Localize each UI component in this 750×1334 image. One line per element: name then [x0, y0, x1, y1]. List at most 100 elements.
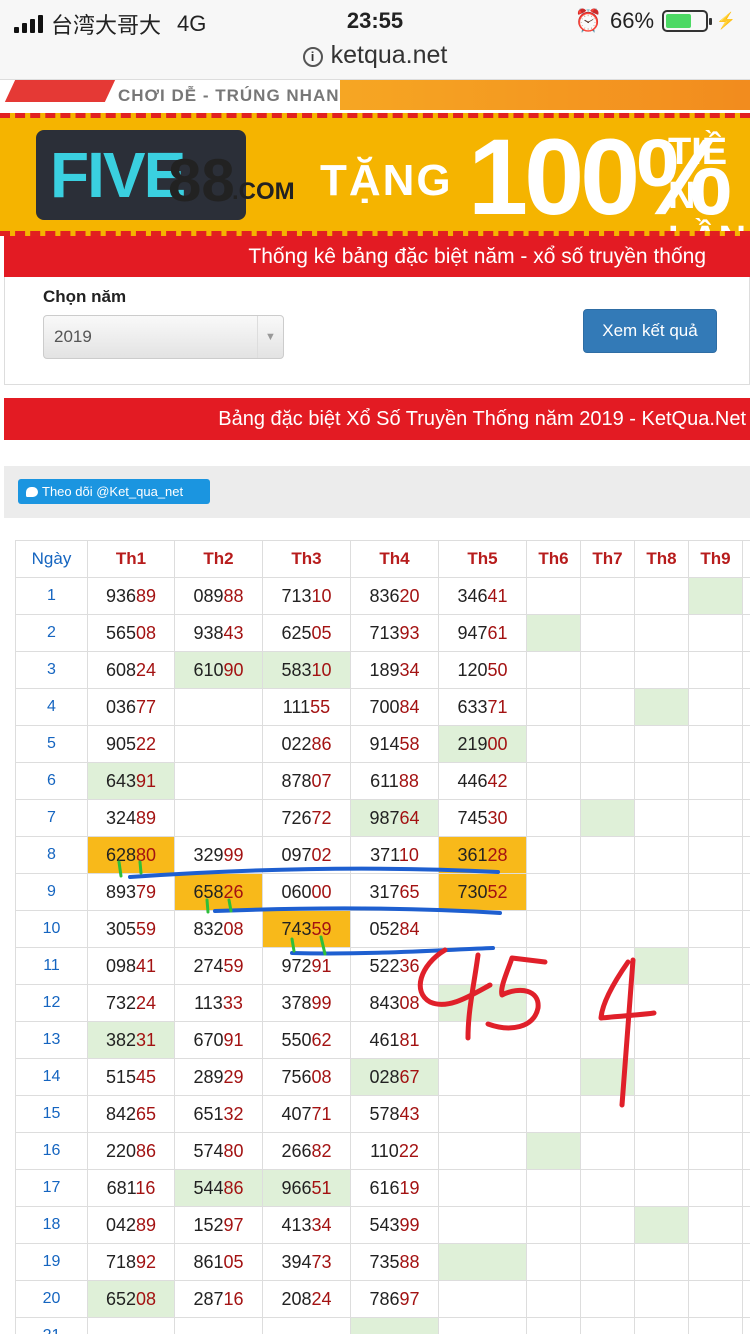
result-cell: 26682 [262, 1132, 351, 1170]
result-cell [634, 688, 689, 726]
result-cell [526, 1095, 581, 1133]
result-cell [174, 725, 263, 763]
result-number: 04289 [105, 1214, 157, 1235]
chevron-down-icon: ▼ [257, 316, 283, 358]
result-number: 61188 [370, 770, 419, 791]
result-cell [580, 947, 635, 985]
result-number: 71310 [281, 585, 332, 606]
result-number: 41334 [281, 1214, 332, 1235]
result-cell: 70084 [350, 688, 439, 726]
result-number: 44642 [457, 770, 508, 791]
result-cell: 37110 [350, 836, 439, 874]
info-icon[interactable]: i [302, 47, 323, 67]
result-cell [174, 799, 263, 837]
result-number: 02867 [369, 1066, 420, 1087]
top-ad-strip[interactable]: CHƠI DỄ - TRÚNG NHANH [0, 80, 750, 113]
result-cell: 15297 [174, 1206, 263, 1244]
result-cell: 62505 [262, 614, 351, 652]
day-cell: 12 [15, 984, 88, 1022]
overflow-cell [742, 836, 750, 874]
result-number: 40771 [281, 1103, 332, 1124]
banner-promo: TẶNG [320, 156, 453, 205]
result-cell [688, 1058, 743, 1096]
result-cell: 44642 [438, 762, 527, 800]
result-cell [526, 762, 581, 800]
twitter-icon [26, 487, 38, 497]
header-overflow [742, 540, 750, 578]
results-table-wrap[interactable]: Ngày Th1 Th2 Th3 Th4 Th5 Th6 Th7 Th8 Th9 1 93689 08… [15, 540, 750, 1334]
result-cell [526, 1280, 581, 1318]
table-row: 13 38231 67091 55062 46181 [15, 1021, 750, 1059]
result-cell [526, 725, 581, 763]
result-number: 15297 [193, 1214, 244, 1235]
table-row: 10 30559 83208 74359 05284 [15, 910, 750, 948]
result-cell [174, 762, 263, 800]
year-select[interactable]: 2019 ▼ [43, 315, 284, 359]
result-cell: 71310 [262, 577, 351, 615]
result-cell: 39473 [262, 1243, 351, 1281]
result-number: 09702 [281, 844, 332, 865]
table-row: 9 89379 65826 06000 31765 73052 [15, 873, 750, 911]
charging-icon: ⚡ [716, 13, 736, 30]
twitter-follow-button[interactable]: Theo dõi @Ket_qua_net [18, 479, 210, 504]
table-row: 20 65208 28716 20824 78697 [15, 1280, 750, 1318]
result-cell: 54399 [350, 1206, 439, 1244]
ad-red-shape [4, 80, 116, 102]
address-bar[interactable]: i ketqua.net [0, 40, 750, 80]
result-cell [526, 1317, 581, 1334]
result-cell: 11155 [262, 688, 351, 726]
day-cell: 9 [15, 873, 88, 911]
table-row: 17 68116 54486 96651 61619 [15, 1169, 750, 1207]
result-cell: 30559 [87, 910, 175, 948]
result-cell [688, 1206, 743, 1244]
result-cell [580, 1243, 635, 1281]
result-cell: 97291 [262, 947, 351, 985]
result-number: 51545 [105, 1066, 157, 1087]
five88-banner[interactable]: FIVE 88 .COM TẶNG 100% TIỀN LẦN [0, 113, 750, 236]
result-cell: 86105 [174, 1243, 263, 1281]
table-title: Bảng đặc biệt Xổ Số Truyền Thống năm 201… [4, 398, 750, 440]
result-cell: 08988 [174, 577, 263, 615]
result-cell [688, 984, 743, 1022]
result-number: 73224 [105, 992, 157, 1013]
result-number: 72672 [281, 807, 332, 828]
header-month-1: Th1 [87, 540, 175, 578]
view-results-button[interactable]: Xem kết quả [583, 309, 717, 353]
day-cell: 8 [15, 836, 88, 874]
table-row: 12 73224 11333 37899 84308 [15, 984, 750, 1022]
stats-header: Thống kê bảng đặc biệt năm - xổ số truyề… [4, 236, 750, 277]
result-cell [688, 1095, 743, 1133]
result-cell: 52236 [350, 947, 439, 985]
day-cell: 2 [15, 614, 88, 652]
result-number: 27459 [193, 955, 244, 976]
result-cell: 93843 [174, 614, 263, 652]
result-cell: 37899 [262, 984, 351, 1022]
result-cell [634, 762, 689, 800]
result-number: 31765 [369, 881, 420, 902]
results-table: Ngày Th1 Th2 Th3 Th4 Th5 Th6 Th7 Th8 Th9 1 93689 08… [15, 540, 750, 1334]
table-row: 2 56508 93843 62505 71393 94761 [15, 614, 750, 652]
overflow-cell [742, 688, 750, 726]
year-label: Chọn năm [43, 287, 127, 306]
result-cell: 75608 [262, 1058, 351, 1096]
header-month-9: Th9 [688, 540, 743, 578]
result-cell [688, 1132, 743, 1170]
result-number: 02286 [281, 733, 332, 754]
result-cell: 32999 [174, 836, 263, 874]
table-row: 14 51545 28929 75608 02867 [15, 1058, 750, 1096]
result-cell: 40771 [262, 1095, 351, 1133]
result-cell: 20824 [262, 1280, 351, 1318]
result-cell: 06000 [262, 873, 351, 911]
result-cell [438, 910, 527, 948]
url-text: ketqua.net [330, 41, 448, 69]
result-cell [526, 1132, 581, 1170]
result-cell [634, 1243, 689, 1281]
result-cell [580, 873, 635, 911]
result-number: 86105 [193, 1251, 244, 1272]
result-number: 61090 [193, 659, 244, 680]
result-cell [262, 1317, 351, 1334]
result-cell: 61619 [350, 1169, 439, 1207]
table-row: 18 04289 15297 41334 54399 [15, 1206, 750, 1244]
alarm-icon: ⏰ [574, 8, 603, 33]
result-number: 18934 [369, 659, 420, 680]
